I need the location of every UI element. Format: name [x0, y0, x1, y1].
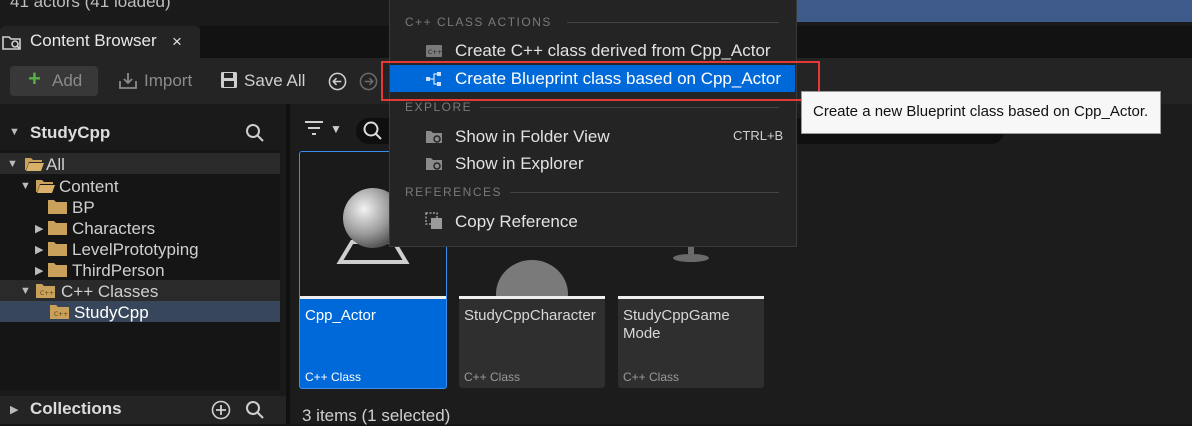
asset-name: StudyCppGame Mode — [623, 307, 730, 342]
tree-item-content[interactable]: Content — [59, 176, 119, 197]
menu-divider — [480, 107, 779, 108]
import-icon[interactable] — [118, 71, 138, 91]
collapsed-caret-icon[interactable]: ▶ — [35, 264, 43, 277]
import-button[interactable]: Import — [144, 71, 192, 91]
folder-icon — [48, 221, 67, 235]
cpp-folder-icon: C++ — [36, 284, 55, 298]
menu-section-cpp: C++ CLASS ACTIONS — [405, 15, 552, 29]
copy-icon — [425, 212, 442, 229]
expand-caret-icon[interactable]: ▼ — [20, 180, 31, 192]
status-label: 3 items (1 selected) — [302, 406, 451, 425]
tile-separator — [459, 296, 605, 299]
folder-icon — [48, 263, 67, 277]
tile-separator — [618, 296, 764, 299]
folder-open-icon — [36, 180, 55, 193]
menu-item-show-in-explorer[interactable]: Show in Explorer — [455, 154, 584, 174]
menu-section-references: REFERENCES — [405, 185, 503, 199]
cpp-folder-icon: C++ — [50, 305, 69, 319]
chevron-down-icon[interactable]: ▼ — [330, 122, 342, 136]
folder-search-icon — [426, 131, 442, 143]
save-all-button[interactable]: Save All — [244, 71, 305, 91]
folder-open-icon — [25, 158, 44, 171]
close-icon[interactable]: × — [172, 32, 182, 52]
asset-name: StudyCppCharacter — [464, 307, 596, 324]
plus-icon: + — [28, 66, 41, 91]
project-title: StudyCpp — [30, 123, 111, 142]
tree-item-all[interactable]: All — [46, 154, 65, 175]
asset-type: C++ Class — [623, 370, 680, 384]
tree-item-cpp-classes[interactable]: C++ Classes — [61, 281, 158, 302]
menu-section-explore: EXPLORE — [405, 100, 473, 114]
menu-divider — [510, 192, 779, 193]
actor-count-label: 41 actors (41 loaded) — [10, 0, 171, 11]
content-browser-icon — [2, 36, 21, 50]
folder-icon — [48, 242, 67, 256]
collapse-caret-icon[interactable]: ▼ — [9, 126, 20, 138]
shortcut-label: CTRL+B — [733, 128, 784, 143]
folder-search-icon — [426, 158, 442, 170]
collapsed-caret-icon[interactable]: ▶ — [35, 243, 43, 256]
save-icon[interactable] — [220, 71, 238, 89]
menu-divider — [567, 22, 779, 23]
collapsed-caret-icon[interactable]: ▶ — [10, 403, 18, 416]
tree-item-levelprototyping[interactable]: LevelPrototyping — [72, 239, 199, 260]
collections-title: Collections — [30, 399, 122, 418]
menu-item-create-cpp-class[interactable]: Create C++ class derived from Cpp_Actor — [455, 41, 771, 61]
filter-icon[interactable] — [304, 120, 324, 138]
svg-text:C++: C++ — [40, 290, 54, 297]
tree-item-characters[interactable]: Characters — [72, 218, 155, 239]
forward-arrow-icon[interactable] — [359, 72, 378, 91]
asset-name: Cpp_Actor — [305, 307, 376, 324]
search-icon[interactable] — [245, 123, 265, 143]
tab-title: Content Browser — [30, 31, 157, 50]
asset-type: C++ Class — [305, 370, 362, 384]
menu-item-copy-reference[interactable]: Copy Reference — [455, 212, 578, 232]
expand-caret-icon[interactable]: ▼ — [7, 158, 18, 170]
menu-item-show-in-folder-view[interactable]: Show in Folder View — [455, 127, 610, 147]
viewport-strip — [795, 0, 1192, 22]
expand-caret-icon[interactable]: ▼ — [20, 285, 31, 297]
svg-text:C++: C++ — [54, 311, 68, 318]
cpp-class-icon: C++ — [426, 45, 442, 57]
collapsed-caret-icon[interactable]: ▶ — [35, 222, 43, 235]
search-icon — [363, 121, 382, 140]
asset-type: C++ Class — [464, 370, 521, 384]
add-label: Add — [52, 71, 83, 90]
context-menu — [389, 0, 797, 247]
add-collection-icon[interactable] — [211, 400, 231, 420]
tile-separator — [300, 296, 446, 299]
back-arrow-icon[interactable] — [328, 72, 347, 91]
tree-item-studycpp[interactable]: StudyCpp — [74, 302, 149, 323]
folder-icon — [48, 200, 67, 214]
tree-item-bp[interactable]: BP — [72, 197, 95, 218]
highlight-box — [381, 61, 820, 101]
tree-item-thirdperson[interactable]: ThirdPerson — [72, 260, 165, 281]
svg-text:C++: C++ — [428, 49, 442, 56]
search-icon[interactable] — [245, 400, 265, 420]
tooltip-text: Create a new Blueprint class based on Cp… — [813, 103, 1149, 120]
